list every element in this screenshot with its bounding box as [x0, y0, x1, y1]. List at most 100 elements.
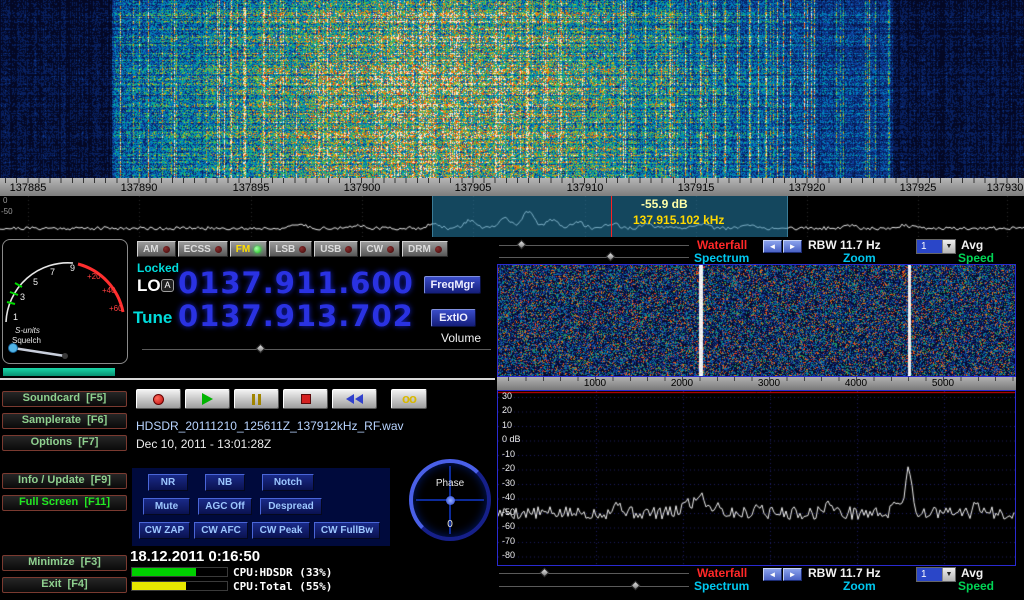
db-scale-label: -80 [502, 550, 515, 560]
slider-track[interactable] [499, 256, 689, 258]
dsp-panel: NR NB Notch Mute AGC Off Despread CW ZAP… [132, 468, 390, 546]
slider-thumb[interactable] [256, 344, 266, 354]
cpu-total-text: CPU:Total (55%) [233, 580, 332, 593]
avg-select-value: 1 [917, 240, 942, 253]
options-button[interactable]: Options [F7] [2, 435, 127, 451]
audio-waterfall-display[interactable] [498, 265, 1015, 376]
main-waterfall-display[interactable] [0, 0, 1024, 178]
agc-off-button[interactable]: AGC Off [198, 498, 252, 515]
mode-lsb[interactable]: LSB [269, 241, 312, 257]
tune-frequency-display[interactable]: 0137.913.702 [178, 299, 414, 333]
phase-dot [446, 496, 455, 505]
play-button[interactable] [185, 389, 230, 409]
cw-peak-button[interactable]: CW Peak [252, 522, 310, 539]
mute-button[interactable]: Mute [143, 498, 190, 515]
db-scale-label: -40 [502, 492, 515, 502]
meter-scale-label: +20 [87, 272, 101, 281]
fullscreen-button[interactable]: Full Screen [F11] [2, 495, 127, 511]
waterfall-lower-limit-slider[interactable] [499, 252, 689, 261]
nb-button[interactable]: NB [205, 474, 245, 491]
nr-button[interactable]: NR [148, 474, 188, 491]
cw-afc-button[interactable]: CW AFC [194, 522, 248, 539]
scroll-left-button[interactable]: ◄ [763, 568, 782, 581]
tune-cursor-line [611, 196, 612, 237]
mode-label: ECSS [184, 244, 211, 255]
extio-button[interactable]: ExtIO [431, 309, 476, 327]
mode-drm[interactable]: DRM [402, 241, 448, 257]
locked-indicator: Locked [137, 261, 179, 275]
despread-button[interactable]: Despread [260, 498, 322, 515]
avg-select-value: 1 [917, 568, 942, 581]
lo-frequency-display[interactable]: 0137.911.600 [178, 266, 414, 300]
slider-track[interactable] [142, 348, 491, 350]
avg-select[interactable]: 1 ▼ [916, 239, 956, 254]
scroll-right-button[interactable]: ► [783, 568, 802, 581]
chevron-down-icon[interactable]: ▼ [942, 568, 955, 581]
frequency-scale[interactable]: 137885 137890 137895 137900 137905 13791… [0, 178, 1024, 196]
lo-a-badge[interactable]: A [161, 279, 174, 292]
audio-scale-label: 3000 [749, 378, 789, 389]
slider-thumb[interactable] [517, 240, 527, 250]
rewind-icon [346, 394, 363, 404]
chevron-down-icon[interactable]: ▼ [942, 240, 955, 253]
waterfall-contrast-slider[interactable] [499, 581, 689, 590]
waterfall-brightness-slider[interactable] [499, 568, 689, 577]
slider-track[interactable] [499, 244, 689, 246]
notch-button[interactable]: Notch [262, 474, 314, 491]
slider-thumb[interactable] [606, 252, 616, 262]
scroll-right-button[interactable]: ► [783, 240, 802, 253]
rewind-button[interactable] [332, 389, 377, 409]
spectrum-label: Spectrum [694, 251, 749, 265]
samplerate-button[interactable]: Samplerate [F6] [2, 413, 127, 429]
mode-ecss[interactable]: ECSS [178, 241, 228, 257]
avg-label: Avg [961, 238, 983, 252]
mode-am[interactable]: AM [137, 241, 176, 257]
info-update-button[interactable]: Info / Update [F9] [2, 473, 127, 489]
mode-led-icon [254, 246, 261, 253]
mode-usb[interactable]: USB [314, 241, 358, 257]
record-button[interactable] [136, 389, 181, 409]
scroll-left-button[interactable]: ◄ [763, 240, 782, 253]
phase-value: 0 [413, 519, 487, 530]
playback-controls: oo [136, 389, 427, 409]
slider-track[interactable] [499, 572, 689, 574]
meter-scale-label: 3 [20, 292, 25, 302]
waterfall-upper-limit-slider[interactable] [499, 240, 689, 249]
cw-zap-button[interactable]: CW ZAP [139, 522, 190, 539]
audio-scale-label: 2000 [662, 378, 702, 389]
freq-tick-label: 137895 [224, 182, 278, 194]
stop-button[interactable] [283, 389, 328, 409]
cursor-frequency-readout: 137.915.102 kHz [633, 213, 724, 227]
cpu-total-fill [132, 582, 186, 590]
mode-led-icon [163, 246, 170, 253]
db-scale-label: 10 [502, 420, 512, 430]
slider-thumb[interactable] [631, 581, 641, 591]
mode-cw[interactable]: CW [360, 241, 400, 257]
exit-button[interactable]: Exit [F4] [2, 577, 127, 593]
slider-track[interactable] [499, 585, 689, 587]
minimize-button[interactable]: Minimize [F3] [2, 555, 127, 571]
audio-spectrum-frame: 30 20 10 0 dB -10 -20 -30 -40 -50 -60 -7… [497, 390, 1016, 566]
meter-scale-label: 5 [33, 277, 38, 287]
avg-select[interactable]: 1 ▼ [916, 567, 956, 582]
passband-selection[interactable] [432, 196, 788, 237]
speed-label: Speed [958, 579, 994, 593]
freqmgr-button[interactable]: FreqMgr [424, 276, 481, 294]
db-scale-label: -70 [502, 536, 515, 546]
audio-frequency-scale[interactable]: 1000 2000 3000 4000 5000 [497, 377, 1016, 390]
rbw-label: RBW 11.7 Hz [808, 238, 881, 252]
loop-button[interactable]: oo [391, 389, 427, 409]
volume-slider[interactable] [142, 344, 491, 353]
mode-fm[interactable]: FM [230, 241, 267, 257]
audio-spectrum-display[interactable] [498, 391, 1015, 565]
soundcard-button[interactable]: Soundcard [F5] [2, 391, 127, 407]
freq-tick-label: 137920 [780, 182, 834, 194]
waterfall-label: Waterfall [697, 566, 747, 580]
s-meter[interactable]: 1 3 5 7 9 +20 +40 +60 S-units Squelch [2, 239, 128, 364]
squelch-knob[interactable] [9, 344, 18, 353]
meter-needle [13, 348, 65, 356]
main-spectrum-display[interactable]: -55.9 dB 137.915.102 kHz 0 -50 [0, 196, 1024, 237]
cw-fullbw-button[interactable]: CW FullBw [314, 522, 380, 539]
pause-button[interactable] [234, 389, 279, 409]
slider-thumb[interactable] [539, 568, 549, 578]
